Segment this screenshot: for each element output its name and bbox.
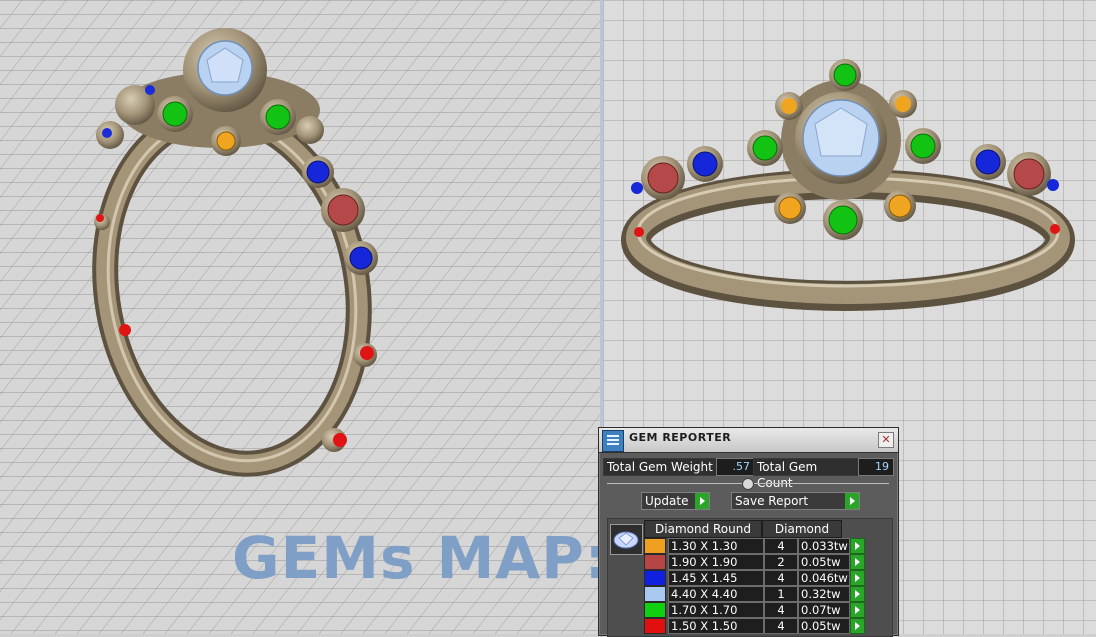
total-gem-weight-label: Total Gem Weight [603,458,717,476]
total-gem-count-label: Total Gem Count [753,458,859,490]
select-gems-arrow-icon[interactable] [850,554,865,570]
select-gems-arrow-icon[interactable] [850,586,865,602]
gem-color-swatch[interactable] [644,586,666,602]
select-gems-arrow-icon[interactable] [850,602,865,618]
gem-row[interactable]: 4.40 X 4.40 1 0.32tw [644,586,880,602]
update-button-label: Update [645,494,689,508]
save-report-button[interactable]: Save Report [731,492,860,510]
gem-row[interactable]: 1.90 X 1.90 2 0.05tw [644,554,880,570]
gems-map-watermark: GEMs MAP: [232,524,600,592]
gem-count-cell: 4 [764,570,798,586]
gem-color-swatch[interactable] [644,554,666,570]
select-gems-arrow-icon[interactable] [850,538,865,554]
gem-reporter-app-icon [602,430,624,452]
gem-count-cell: 4 [764,602,798,618]
gem-carat-cell: 0.046tw [798,570,850,586]
gem-carat-cell: 0.32tw [798,586,850,602]
gem-count-cell: 2 [764,554,798,570]
gem-size-cell: 1.45 X 1.45 [668,570,764,586]
gem-size-cell: 1.30 X 1.30 [668,538,764,554]
gem-color-swatch[interactable] [644,602,666,618]
gem-row[interactable]: 1.45 X 1.45 4 0.046tw [644,570,880,586]
gem-color-swatch[interactable] [644,538,666,554]
gem-size-cell: 1.50 X 1.50 [668,618,764,634]
gem-carat-cell: 0.033tw [798,538,850,554]
diamond-round-gem-icon[interactable] [610,524,643,555]
gem-reporter-title: GEM REPORTER [629,431,732,444]
save-report-button-label: Save Report [735,494,809,508]
left-viewport-scene: GEMs MAP: [0,0,600,634]
gem-carat-cell: 0.05tw [798,618,850,634]
gem-row[interactable]: 1.30 X 1.30 4 0.033tw [644,538,880,554]
gem-count-cell: 4 [764,538,798,554]
gem-color-swatch[interactable] [644,618,666,634]
gem-carat-cell: 0.07tw [798,602,850,618]
gem-table: Diamond Round Diamond 1.30 X 1.30 4 0.033t… [607,518,893,637]
gem-size-cell: 4.40 X 4.40 [668,586,764,602]
left-3d-viewport[interactable]: GEMs MAP: [0,0,600,634]
total-gem-count-value: 19 [858,458,894,476]
gem-color-swatch[interactable] [644,570,666,586]
gem-size-cell: 1.90 X 1.90 [668,554,764,570]
gem-size-cell: 1.70 X 1.70 [668,602,764,618]
select-gems-arrow-icon[interactable] [850,570,865,586]
save-report-go-icon [845,493,859,509]
select-gems-arrow-icon[interactable] [850,618,865,634]
panel-splitter-handle[interactable] [742,478,754,490]
update-go-icon [695,493,709,509]
column-header-material: Diamond [762,520,842,538]
gem-carat-cell: 0.05tw [798,554,850,570]
update-button[interactable]: Update [641,492,710,510]
column-header-shape: Diamond Round [644,520,762,538]
gem-reporter-titlebar[interactable]: GEM REPORTER ✕ [599,428,898,453]
close-icon[interactable]: ✕ [878,432,894,448]
gem-count-cell: 4 [764,618,798,634]
gem-row[interactable]: 1.70 X 1.70 4 0.07tw [644,602,880,618]
total-gem-weight-value: .57 [716,458,755,476]
gem-count-cell: 1 [764,586,798,602]
gem-reporter-panel: GEM REPORTER ✕ Total Gem Weight .57 Tota… [598,427,899,637]
gem-row[interactable]: 1.50 X 1.50 4 0.05tw [644,618,880,634]
diamond-gem-icon-graphic [613,531,639,549]
